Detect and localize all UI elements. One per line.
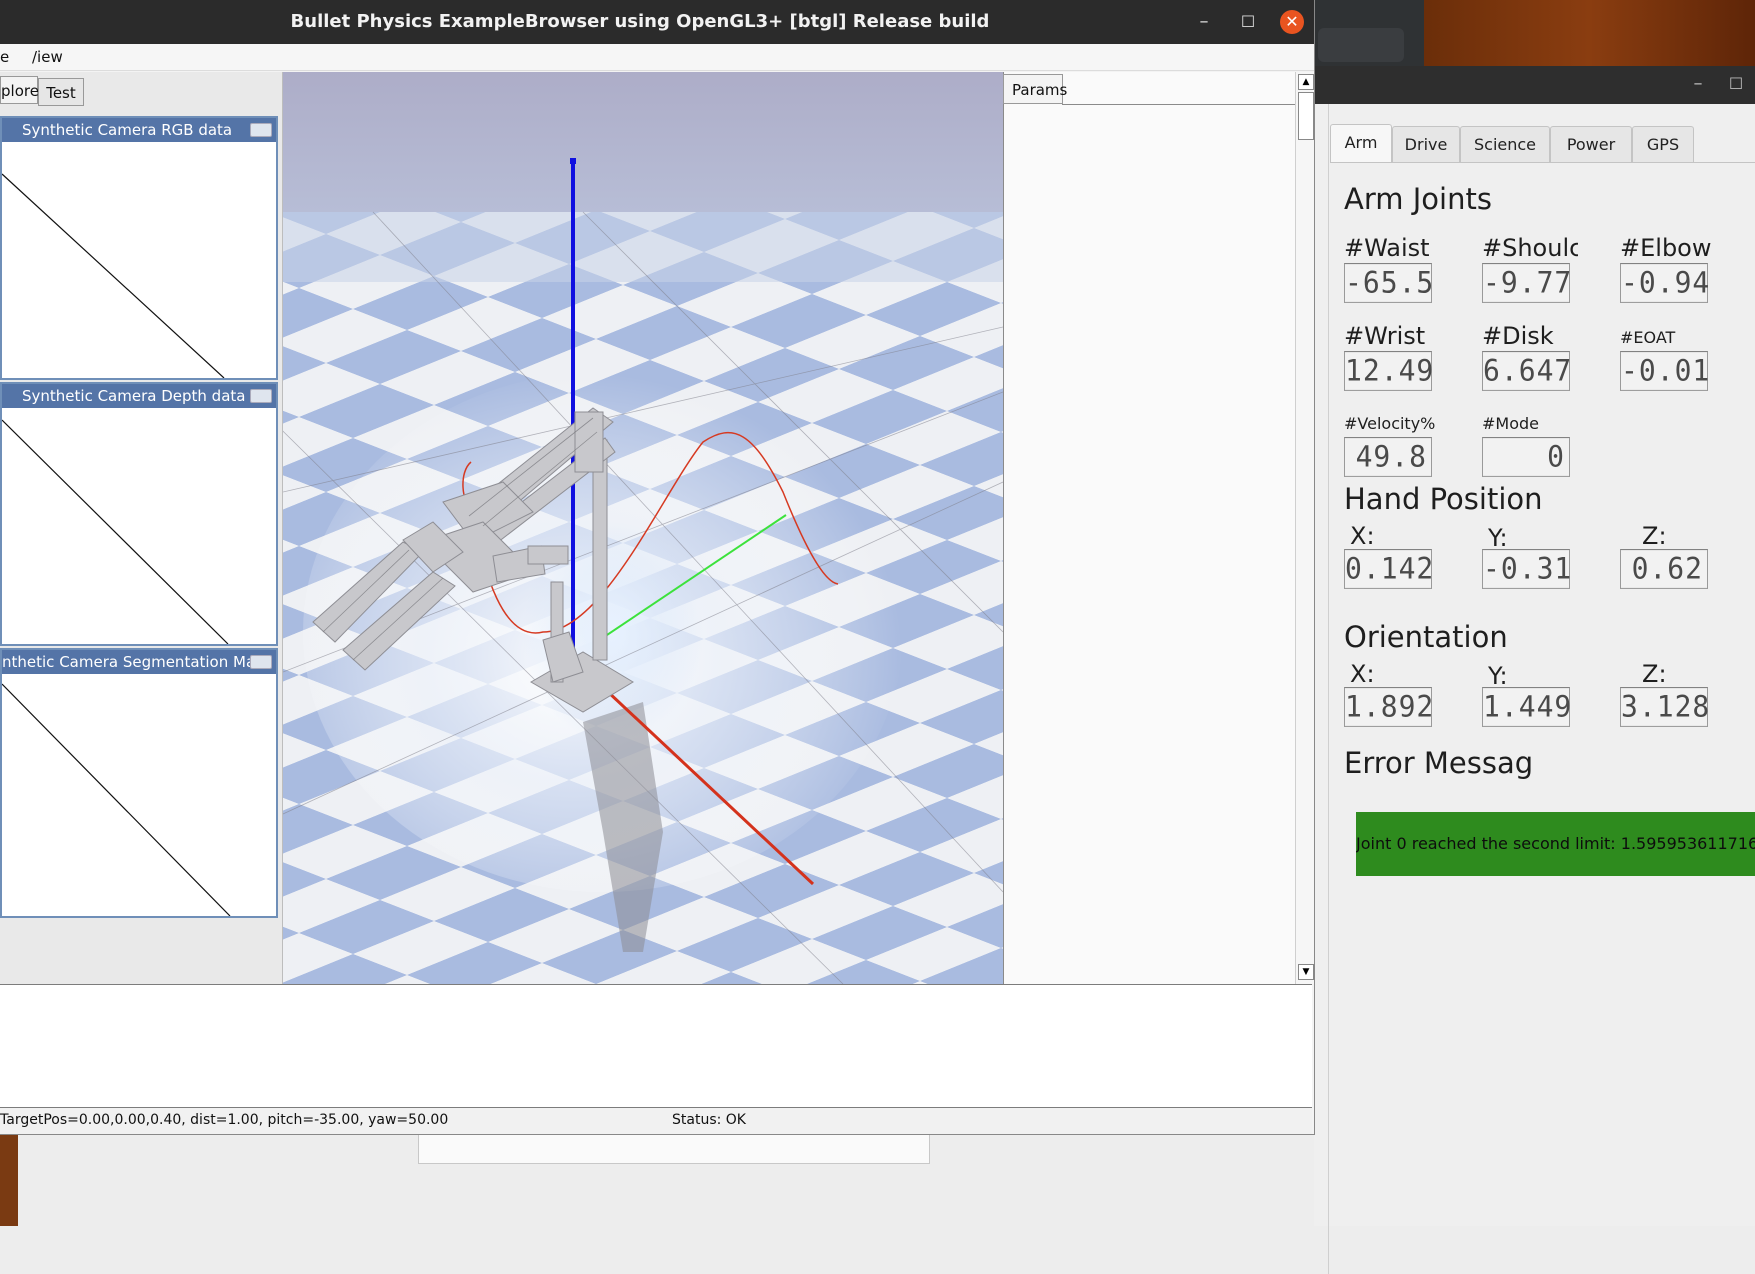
- arm-joints-heading: Arm Joints: [1344, 182, 1492, 216]
- camera-segmentation-panel: nthetic Camera Segmentation Mask: [0, 648, 278, 918]
- tab-gps[interactable]: GPS: [1632, 126, 1694, 162]
- camera-segmentation-title: nthetic Camera Segmentation Mask: [2, 650, 276, 674]
- status-text: Status: OK: [672, 1112, 746, 1128]
- joint-label-eoat: #EOAT: [1620, 328, 1676, 347]
- tab-explorer[interactable]: plorer: [0, 76, 45, 104]
- menu-view[interactable]: /iew: [32, 48, 63, 66]
- hand-x-value: 0.142: [1344, 549, 1433, 589]
- tab-underline: [1330, 162, 1755, 163]
- params-divider: [1062, 104, 1295, 105]
- tab-test[interactable]: Test: [38, 78, 84, 106]
- hand-z-label: Z:: [1642, 522, 1667, 550]
- camera-depth-title: Synthetic Camera Depth data: [2, 384, 276, 408]
- menubar: e /iew: [0, 44, 1314, 71]
- orient-z-label: Z:: [1642, 660, 1667, 688]
- camera-depth-image: [2, 419, 229, 644]
- minimize-icon[interactable]: –: [1192, 8, 1216, 36]
- robot-gui-window: – ☐ Arm Drive Science Power GPS Arm Join…: [1314, 66, 1755, 1274]
- collapse-icon[interactable]: [250, 389, 272, 403]
- tab-arm[interactable]: Arm: [1330, 124, 1392, 162]
- orient-x-label: X:: [1350, 660, 1375, 688]
- gui-divider: [1328, 104, 1329, 1274]
- gui-titlebar: – ☐: [1314, 66, 1755, 104]
- camera-rgb-panel: Synthetic Camera RGB data: [0, 116, 278, 380]
- orient-y-value: 1.449: [1482, 687, 1571, 727]
- params-panel: [1003, 72, 1296, 984]
- joint-label-wrist: #Wrist: [1344, 322, 1426, 350]
- joint-value-eoat: -0.01: [1620, 351, 1709, 391]
- orient-y-label: Y:: [1488, 662, 1508, 690]
- joint-label-mode: #Mode: [1482, 414, 1539, 433]
- joint-value-wrist: 12.49: [1344, 351, 1433, 391]
- scroll-thumb[interactable]: [1298, 92, 1314, 140]
- tab-drive[interactable]: Drive: [1392, 126, 1460, 162]
- scroll-down-icon[interactable]: ▼: [1298, 964, 1314, 980]
- console-output: [0, 984, 1312, 1108]
- background-window-field: [418, 1130, 930, 1164]
- 3d-scene: [283, 72, 1003, 984]
- joint-value-mode: 0: [1482, 437, 1570, 477]
- joint-label-shoulder: #Shoulc: [1482, 234, 1578, 262]
- tab-science[interactable]: Science: [1460, 126, 1550, 162]
- hand-z-value: 0.62: [1620, 549, 1708, 589]
- maximize-icon[interactable]: ☐: [1724, 70, 1748, 98]
- 3d-viewport[interactable]: [283, 72, 1003, 984]
- menu-file[interactable]: e: [0, 48, 9, 66]
- camera-segmentation-image: [2, 683, 231, 916]
- camera-rgb-title: Synthetic Camera RGB data: [2, 118, 276, 142]
- maximize-icon[interactable]: ☐: [1236, 8, 1260, 36]
- joint-label-elbow: #Elbow: [1620, 234, 1712, 262]
- joint-value-elbow: -0.94: [1620, 263, 1709, 303]
- close-icon[interactable]: ✕: [1280, 10, 1304, 34]
- camera-rgb-image: [2, 173, 225, 378]
- hand-y-value: -0.31: [1482, 549, 1571, 589]
- joint-label-velocity: #Velocity%: [1344, 414, 1436, 433]
- status-bar: TargetPos=0.00,0.00,0.40, dist=1.00, pit…: [0, 1108, 1312, 1134]
- collapse-icon[interactable]: [250, 123, 272, 137]
- error-message-box: Joint 0 reached the second limit: 1.5959…: [1356, 812, 1755, 876]
- joint-value-velocity: 49.8: [1344, 437, 1432, 477]
- tab-power[interactable]: Power: [1550, 126, 1632, 162]
- joint-value-shoulder: -9.77: [1482, 263, 1571, 303]
- desktop-wallpaper: [1424, 0, 1755, 66]
- orientation-heading: Orientation: [1344, 620, 1508, 654]
- hand-y-label: Y:: [1488, 524, 1508, 552]
- main-titlebar: Bullet Physics ExampleBrowser using Open…: [0, 0, 1314, 44]
- joint-value-waist: -65.5: [1344, 263, 1433, 303]
- vertical-scrollbar[interactable]: ▲ ▼: [1295, 72, 1314, 984]
- bullet-example-browser-window: Bullet Physics ExampleBrowser using Open…: [0, 0, 1315, 1135]
- collapse-icon[interactable]: [250, 655, 272, 669]
- joint-value-disk: 6.647: [1482, 351, 1571, 391]
- desktop-wallpaper-edge: [0, 1130, 18, 1226]
- joint-label-disk: #Disk: [1482, 322, 1554, 350]
- window-title: Bullet Physics ExampleBrowser using Open…: [290, 11, 990, 32]
- error-heading: Error Message: [1344, 746, 1534, 780]
- camera-depth-panel: Synthetic Camera Depth data: [0, 382, 278, 646]
- minimize-icon[interactable]: –: [1686, 70, 1710, 98]
- hand-position-heading: Hand Position: [1344, 482, 1543, 516]
- hand-x-label: X:: [1350, 522, 1375, 550]
- orient-x-value: 1.892: [1344, 687, 1433, 727]
- joint-label-waist: #Waist: [1344, 234, 1430, 262]
- orient-z-value: 3.128: [1620, 687, 1709, 727]
- camera-status-text: TargetPos=0.00,0.00,0.40, dist=1.00, pit…: [0, 1112, 449, 1128]
- desktop-taskbar-item[interactable]: [1318, 28, 1404, 62]
- scroll-up-icon[interactable]: ▲: [1298, 74, 1314, 90]
- tab-params[interactable]: Params: [1003, 74, 1067, 104]
